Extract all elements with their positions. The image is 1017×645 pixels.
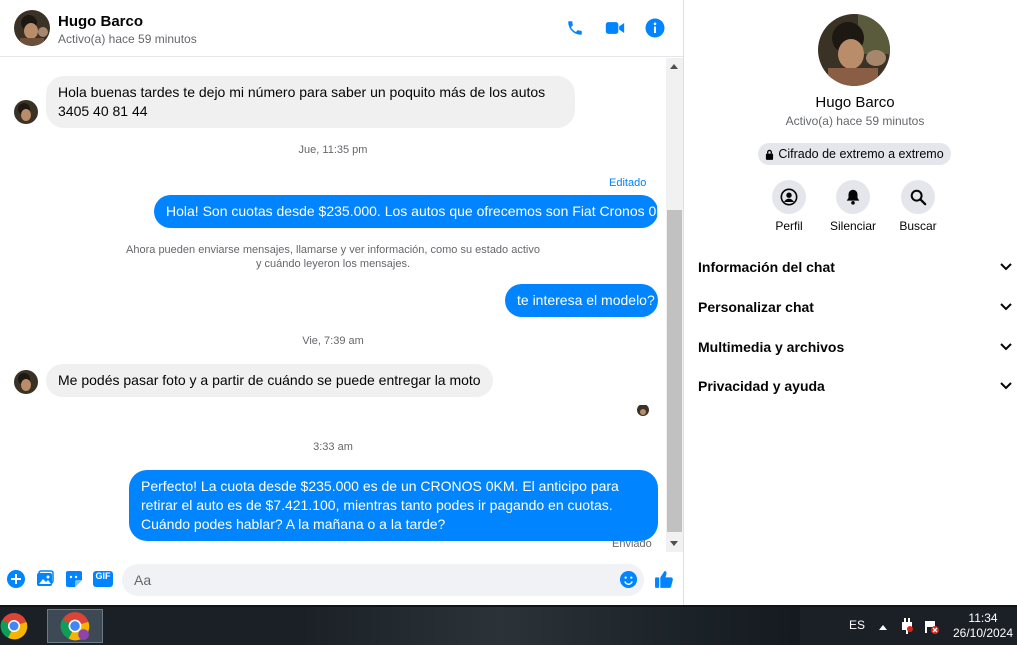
system-notice-line: y cuándo leyeron los mensajes. — [255, 258, 411, 270]
incoming-message[interactable]: Me podés pasar foto y a partir de cuándo… — [46, 364, 493, 397]
timestamp-divider: Jue, 11:35 pm — [298, 144, 368, 156]
user-circle-icon — [780, 188, 798, 206]
chevron-down-icon — [1000, 343, 1012, 351]
timestamp-divider: Vie, 7:39 am — [302, 335, 364, 347]
encryption-label: Cifrado de extremo a extremo — [778, 147, 944, 161]
message-scrollbar[interactable] — [666, 58, 683, 552]
delivery-status: Enviado — [612, 538, 652, 550]
chevron-down-icon — [1000, 303, 1012, 311]
clock-time: 11:34 — [968, 611, 998, 625]
chat-pane: Hugo Barco Activo(a) hace 59 minutos Hol… — [0, 0, 684, 605]
section-label: Información del chat — [698, 259, 835, 275]
bell-icon — [846, 189, 860, 205]
message-input[interactable] — [122, 564, 644, 596]
contact-avatar[interactable] — [14, 10, 50, 46]
chevron-down-icon — [1000, 382, 1012, 390]
incoming-message[interactable]: Hola buenas tardes te dejo mi número par… — [46, 76, 575, 128]
gif-button[interactable]: GIF — [92, 569, 114, 589]
scroll-thumb[interactable] — [667, 210, 682, 532]
call-button[interactable] — [563, 16, 587, 40]
read-receipt-avatar — [637, 404, 649, 416]
input-language[interactable]: ES — [849, 618, 865, 632]
section-label: Personalizar chat — [698, 299, 814, 315]
section-media-files[interactable]: Multimedia y archivos — [698, 335, 1012, 359]
section-privacy-help[interactable]: Privacidad y ayuda — [698, 374, 1012, 398]
outgoing-message[interactable]: Hola! Son cuotas desde $235.000. Los aut… — [154, 195, 666, 228]
conversation-info-button[interactable] — [643, 16, 667, 40]
search-action-label: Buscar — [899, 219, 937, 233]
mute-action-label: Silenciar — [829, 219, 877, 233]
search-action[interactable]: Buscar — [885, 180, 951, 233]
emoji-icon — [619, 570, 637, 588]
profile-action[interactable]: Perfil — [756, 180, 822, 233]
image-icon — [37, 570, 54, 586]
taskbar-chrome-app[interactable] — [0, 609, 34, 643]
edited-label: Editado — [609, 177, 647, 189]
section-label: Multimedia y archivos — [698, 339, 845, 355]
clock-date: 26/10/2024 — [952, 626, 1014, 640]
timestamp-divider: 3:33 am — [313, 441, 353, 453]
search-icon — [910, 189, 927, 206]
scroll-up-arrow-icon[interactable] — [670, 64, 678, 69]
chrome-icon — [0, 613, 28, 640]
info-icon — [645, 18, 665, 38]
outgoing-message[interactable]: te interesa el modelo? — [505, 284, 658, 317]
network-disconnected-icon[interactable] — [924, 619, 940, 635]
system-notice-line: Ahora pueden enviarse mensajes, llamarse… — [126, 244, 540, 256]
section-chat-info[interactable]: Información del chat — [698, 255, 1012, 279]
phone-icon — [568, 21, 582, 35]
scroll-down-arrow-icon[interactable] — [670, 541, 678, 546]
mute-action[interactable]: Silenciar — [820, 180, 886, 233]
system-clock[interactable]: 11:34 26/10/2024 — [950, 611, 1016, 641]
chevron-down-icon — [1000, 263, 1012, 271]
thumbs-up-icon — [654, 570, 673, 588]
sticker-button[interactable] — [64, 569, 84, 589]
gif-label: GIF — [95, 571, 111, 581]
contact-name[interactable]: Hugo Barco — [58, 13, 143, 30]
lock-icon — [766, 149, 774, 160]
attach-photo-button[interactable] — [35, 569, 55, 589]
system-notice: Ahora pueden enviarse mensajes, llamarse… — [100, 243, 566, 271]
sender-avatar[interactable] — [14, 100, 38, 124]
more-actions-button[interactable] — [6, 569, 26, 589]
emoji-button[interactable] — [618, 569, 638, 589]
conversation-info-panel: Hugo Barco Activo(a) hace 59 minutos Cif… — [685, 0, 1017, 605]
message-list[interactable]: Hola buenas tardes te dejo mi número par… — [0, 58, 666, 552]
video-call-button[interactable] — [603, 16, 627, 40]
sender-avatar[interactable] — [14, 370, 38, 394]
encryption-badge[interactable]: Cifrado de extremo a extremo — [758, 143, 951, 165]
outgoing-message[interactable]: Perfecto! La cuota desde $235.000 es de … — [129, 470, 658, 541]
like-button[interactable] — [653, 569, 675, 589]
chrome-profile-icon — [60, 612, 90, 641]
plus-circle-icon — [7, 570, 25, 588]
taskbar-chrome-profile-app[interactable] — [47, 609, 103, 643]
video-camera-icon — [605, 22, 625, 34]
sticker-icon — [66, 571, 82, 587]
section-customize-chat[interactable]: Personalizar chat — [698, 295, 1012, 319]
profile-action-label: Perfil — [775, 219, 803, 233]
profile-status: Activo(a) hace 59 minutos — [785, 114, 925, 128]
profile-name: Hugo Barco — [815, 94, 895, 111]
windows-taskbar: ES 11:34 26/10/2024 — [0, 605, 1017, 645]
message-composer: GIF — [0, 560, 683, 600]
taskbar-wallpaper — [300, 607, 800, 645]
contact-status: Activo(a) hace 59 minutos — [58, 32, 197, 46]
chat-header: Hugo Barco Activo(a) hace 59 minutos — [0, 0, 683, 57]
profile-avatar[interactable] — [818, 14, 890, 86]
section-label: Privacidad y ayuda — [698, 378, 825, 394]
power-plug-icon[interactable] — [900, 618, 914, 634]
tray-expand-icon[interactable] — [879, 624, 887, 630]
